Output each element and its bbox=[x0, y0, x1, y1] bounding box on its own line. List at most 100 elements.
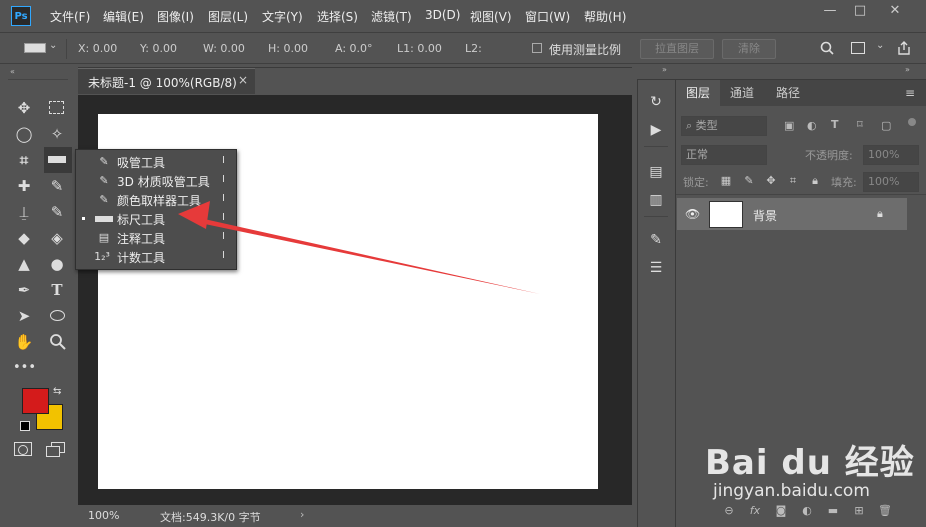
healing-brush-icon[interactable]: ✚ bbox=[13, 175, 35, 197]
foreground-color-swatch[interactable] bbox=[22, 388, 49, 414]
layer-thumbnail bbox=[709, 201, 743, 228]
flyout-item-color-sampler[interactable]: ✎ 颜色取样器工具 I bbox=[76, 190, 236, 209]
close-tab-icon[interactable]: × bbox=[238, 73, 248, 87]
status-menu-arrow-icon[interactable]: › bbox=[300, 508, 304, 521]
info-panel-icon[interactable]: ▥ bbox=[646, 190, 666, 210]
search-icon[interactable] bbox=[820, 41, 834, 55]
fill-field[interactable]: 100% bbox=[863, 172, 919, 192]
divider bbox=[644, 146, 668, 147]
straighten-layer-button[interactable]: 拉直图层 bbox=[640, 39, 714, 59]
collapse-panel-icon[interactable]: » bbox=[905, 65, 910, 74]
tab-paths[interactable]: 路径 bbox=[766, 80, 810, 106]
menu-file[interactable]: 文件(F) bbox=[50, 8, 90, 25]
lock-transparent-icon[interactable]: ▦ bbox=[719, 174, 733, 188]
adjustments-icon[interactable]: ☰ bbox=[646, 258, 666, 278]
quick-mask-icon[interactable] bbox=[14, 442, 32, 456]
lock-image-icon[interactable]: ✎ bbox=[742, 174, 756, 188]
flyout-item-count[interactable]: 1₂³ 计数工具 I bbox=[76, 247, 236, 266]
history-brush-icon[interactable]: ✎ bbox=[46, 201, 68, 223]
minimize-button[interactable]: — bbox=[815, 0, 845, 22]
ruler-tool-preset-icon[interactable] bbox=[24, 43, 46, 53]
flyout-item-ruler[interactable]: 标尺工具 I bbox=[76, 209, 236, 228]
path-selection-icon[interactable]: ➤ bbox=[13, 305, 35, 327]
filter-image-icon[interactable]: ▣ bbox=[784, 119, 794, 132]
clear-button[interactable]: 清除 bbox=[722, 39, 776, 59]
tab-channels[interactable]: 通道 bbox=[720, 80, 764, 106]
lock-position-icon[interactable]: ✥ bbox=[764, 174, 778, 188]
lock-artboard-icon[interactable]: ⌗ bbox=[786, 174, 800, 188]
menu-view[interactable]: 视图(V) bbox=[470, 8, 512, 25]
paint-bucket-icon[interactable]: ◈ bbox=[46, 227, 68, 249]
divider bbox=[8, 79, 68, 80]
zoom-tool-icon[interactable] bbox=[49, 333, 67, 351]
properties-icon[interactable]: ▤ bbox=[646, 162, 666, 182]
menu-help[interactable]: 帮助(H) bbox=[584, 8, 626, 25]
doc-info: 文档:549.3K/0 字节 bbox=[160, 511, 261, 524]
filter-smart-object-icon[interactable]: ▢ bbox=[881, 119, 891, 132]
search-icon: ⌕ bbox=[686, 119, 696, 132]
menu-filter[interactable]: 滤镜(T) bbox=[371, 8, 412, 25]
screen-mode-icon[interactable] bbox=[46, 442, 66, 457]
flyout-item-3d-material-eyedropper[interactable]: ✎ 3D 材质吸管工具 I bbox=[76, 171, 236, 190]
document-tab[interactable]: 未标题-1 @ 100%(RGB/8) × bbox=[78, 68, 255, 94]
move-tool-icon[interactable]: ✥ bbox=[13, 97, 35, 119]
eraser-tool-icon[interactable]: ◆ bbox=[13, 227, 35, 249]
blur-tool-icon[interactable]: ▲ bbox=[13, 253, 35, 275]
maximize-button[interactable]: □ bbox=[845, 0, 875, 22]
opacity-field[interactable]: 100% bbox=[863, 145, 919, 165]
brush-settings-icon[interactable]: ✎ bbox=[646, 230, 666, 250]
filter-shape-icon[interactable]: ⌑ bbox=[857, 118, 863, 131]
panel-header-strip: » » bbox=[637, 64, 926, 80]
pen-tool-icon[interactable]: ✒ bbox=[13, 279, 35, 301]
clone-stamp-icon[interactable]: ⍊ bbox=[13, 201, 35, 223]
ruler-tool-group-active[interactable] bbox=[44, 147, 72, 173]
blend-mode-select[interactable]: 正常 bbox=[681, 145, 767, 165]
workspace-icon[interactable] bbox=[851, 42, 865, 54]
close-window-button[interactable]: ✕ bbox=[880, 0, 910, 22]
menu-type[interactable]: 文字(Y) bbox=[262, 8, 303, 25]
filter-adjustment-icon[interactable]: ◐ bbox=[807, 119, 817, 132]
share-icon[interactable] bbox=[896, 40, 912, 56]
menu-edit[interactable]: 编辑(E) bbox=[103, 8, 144, 25]
measure-scale-checkbox[interactable] bbox=[532, 43, 542, 53]
workspace-chevron-icon[interactable]: ⌄ bbox=[876, 40, 884, 51]
flyout-item-eyedropper[interactable]: ✎ 吸管工具 I bbox=[76, 152, 236, 171]
menu-window[interactable]: 窗口(W) bbox=[525, 8, 570, 25]
magic-wand-tool-icon[interactable]: ✧ bbox=[46, 123, 68, 145]
lock-all-icon[interactable]: 🔒︎ bbox=[808, 174, 822, 188]
dodge-tool-icon[interactable]: ● bbox=[46, 253, 68, 275]
actions-play-icon[interactable]: ▶ bbox=[646, 120, 666, 140]
chevron-down-icon[interactable]: ⌄ bbox=[49, 40, 57, 51]
layer-row-background[interactable]: 👁︎ 背景 🔒︎ bbox=[677, 198, 907, 230]
marquee-tool-icon[interactable] bbox=[49, 101, 64, 114]
panel-menu-icon[interactable]: ≡ bbox=[905, 86, 915, 100]
menu-layer[interactable]: 图层(L) bbox=[208, 8, 248, 25]
zoom-level[interactable]: 100% bbox=[88, 509, 119, 522]
visibility-eye-icon[interactable]: 👁︎ bbox=[685, 207, 700, 221]
menu-select[interactable]: 选择(S) bbox=[317, 8, 358, 25]
brush-tool-icon[interactable]: ✎ bbox=[46, 175, 68, 197]
ellipse-tool-icon[interactable] bbox=[50, 310, 65, 321]
history-icon[interactable]: ↻ bbox=[646, 92, 666, 112]
default-colors-icon[interactable] bbox=[20, 421, 30, 431]
menu-3d[interactable]: 3D(D) bbox=[425, 8, 460, 22]
filter-type-icon[interactable]: T bbox=[831, 118, 839, 131]
status-bar: 100% 文档:549.3K/0 字节 › bbox=[78, 505, 632, 527]
menu-image[interactable]: 图像(I) bbox=[157, 8, 194, 25]
collapse-dock-icon[interactable]: » bbox=[662, 65, 667, 74]
filter-toggle-icon[interactable] bbox=[908, 118, 916, 126]
layer-lock-icon: 🔒︎ bbox=[877, 207, 883, 220]
type-tool-icon[interactable]: T bbox=[46, 279, 68, 301]
flyout-item-label: 3D 材质吸管工具 bbox=[117, 175, 210, 189]
layer-filter-kind[interactable]: ⌕ 类型 bbox=[681, 116, 767, 136]
opacity-label: 不透明度: bbox=[805, 149, 853, 162]
tab-layers[interactable]: 图层 bbox=[676, 80, 720, 106]
swap-colors-icon[interactable]: ⇆ bbox=[53, 386, 61, 397]
flyout-item-note[interactable]: ▤ 注释工具 I bbox=[76, 228, 236, 247]
options-bar: ⌄ X: 0.00 Y: 0.00 W: 0.00 H: 0.00 A: 0.0… bbox=[0, 32, 926, 64]
crop-tool-icon[interactable]: ⌗ bbox=[13, 149, 35, 171]
more-tools-icon[interactable]: ••• bbox=[13, 357, 36, 379]
collapse-tools-icon[interactable]: « bbox=[10, 67, 15, 76]
hand-tool-icon[interactable]: ✋ bbox=[13, 331, 35, 353]
lasso-tool-icon[interactable]: ◯ bbox=[13, 123, 35, 145]
